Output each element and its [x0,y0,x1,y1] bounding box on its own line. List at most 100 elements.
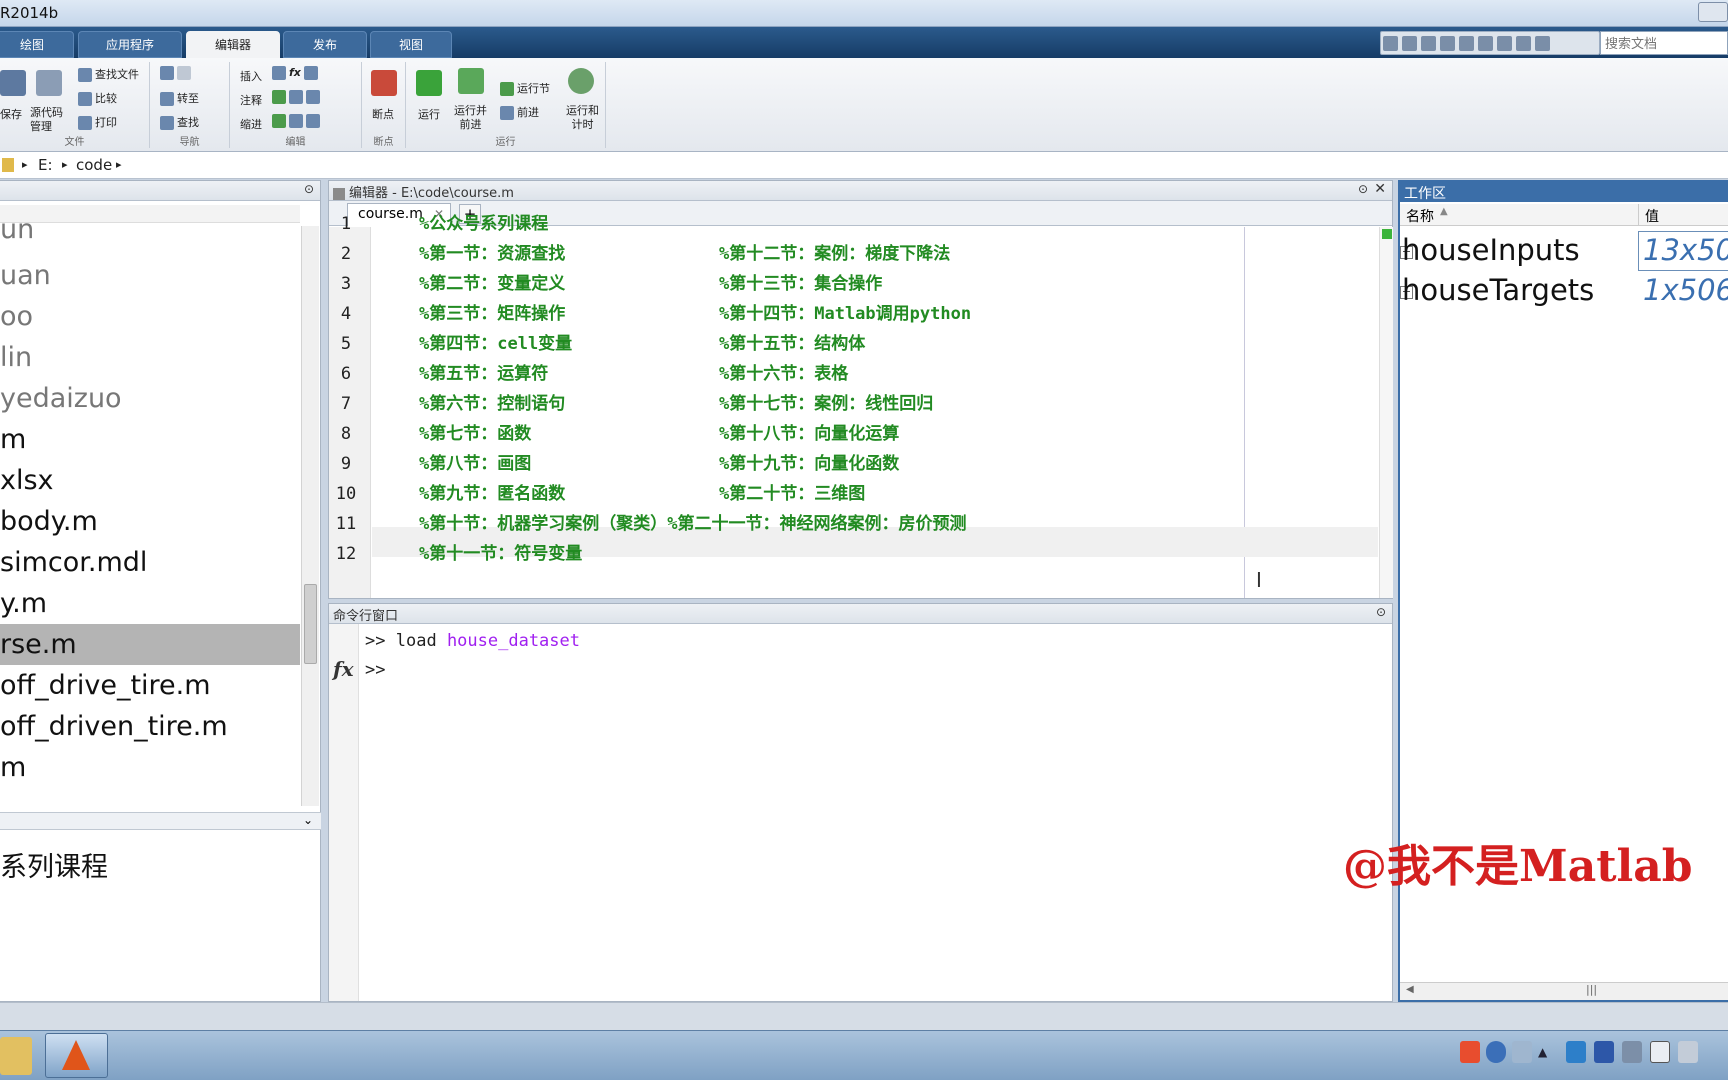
file-item[interactable]: un [0,209,300,250]
tab-view[interactable]: 视图 [370,31,452,58]
bluetooth-icon[interactable] [1594,1041,1614,1063]
current-folder-header: ⊙ [0,181,320,201]
cut-icon[interactable] [1421,36,1436,51]
insert-button[interactable]: 插入 [240,68,262,84]
workspace-var-value[interactable]: 1x506 [1643,273,1728,307]
save-icon[interactable] [1402,36,1417,51]
paste-icon[interactable] [1459,36,1474,51]
tab-editor[interactable]: 编辑器 [186,31,280,58]
current-folder-breadcrumb[interactable]: ▸ E: ▸ code ▸ [0,152,1728,179]
print-button[interactable]: 打印 [78,114,117,130]
indent-button[interactable]: 缩进 [240,116,262,132]
file-item[interactable]: y.m [0,583,300,624]
panel-menu-icon[interactable]: ⊙ [1376,605,1386,619]
minimize-button[interactable] [1698,2,1728,22]
help-icon[interactable] [1535,36,1550,51]
tab-plots[interactable]: 绘图 [0,31,74,58]
breadcrumb-folder[interactable]: code [76,156,112,174]
run-advance-button[interactable]: 运行并 前进 [454,104,487,132]
goto-button[interactable]: 转至 [160,90,199,106]
scroll-left-icon[interactable]: ◀ [1406,984,1414,995]
breakpoints-button[interactable]: 断点 [372,106,394,122]
line-number: 3 [340,274,352,294]
details-header[interactable]: ⌄ [0,812,321,830]
command-input-line[interactable]: >> [365,660,385,680]
code-comment: %第十一节：符号变量 [419,544,583,564]
find-button[interactable]: 查找 [160,114,199,130]
undo-icon[interactable] [1478,36,1493,51]
battery-icon[interactable] [1650,1041,1670,1063]
network-icon[interactable] [1622,1041,1642,1063]
shield-icon[interactable] [1566,1041,1586,1063]
folder-icon[interactable] [1383,36,1398,51]
copy-icon[interactable] [1440,36,1455,51]
close-icon[interactable]: ✕ [1374,181,1386,197]
file-item[interactable]: simcor.mdl [0,542,300,583]
scrollbar-thumb[interactable] [304,584,317,664]
windows-taskbar: ▲ [0,1030,1728,1080]
run-section-button[interactable]: 运行节 [500,80,550,96]
magnifier-icon [160,116,174,130]
code-comment: %第七节：函数 [419,424,532,444]
edit-indent-icons[interactable] [272,114,323,128]
panel-menu-icon[interactable]: ⊙ [304,182,314,196]
find-files-button[interactable]: 查找文件 [78,66,139,82]
source-control-button[interactable]: 源代码 管理 [30,106,63,134]
file-item-selected[interactable]: rse.m [0,624,300,665]
column-name[interactable]: 名称 [1406,206,1434,226]
explorer-taskbar-icon[interactable] [0,1037,32,1075]
help-tray-icon[interactable] [1486,1041,1506,1063]
show-hidden-icons-arrow[interactable]: ▲ [1538,1045,1547,1059]
workspace-hscrollbar[interactable]: ◀ ||| [1400,982,1728,1000]
matlab-taskbar-button[interactable] [45,1033,108,1078]
breadcrumb-drive[interactable]: E: [38,156,53,174]
file-item[interactable]: m [0,747,300,788]
line-number: 5 [340,334,352,354]
chevron-down-icon[interactable]: ⌄ [303,813,313,827]
file-item[interactable]: lin [0,337,300,378]
switch-windows-icon[interactable] [1516,36,1531,51]
redo-icon[interactable] [1497,36,1512,51]
file-item[interactable]: oo [0,296,300,337]
file-item[interactable]: m [0,419,300,460]
run-and-time-icon [568,68,594,94]
tab-publish[interactable]: 发布 [283,31,367,58]
line-number: 11 [335,514,357,534]
file-list-scrollbar[interactable] [301,226,319,806]
comment-button[interactable]: 注释 [240,92,262,108]
run-button[interactable]: 运行 [418,106,440,122]
panel-menu-icon[interactable]: ⊙ [1358,182,1368,196]
search-documentation-input[interactable] [1600,31,1728,55]
workspace-var-value[interactable]: 13x50 [1643,233,1728,267]
code-line: 2 %第一节：资源查找 %第十二节：案例：梯度下降法 [330,239,1377,269]
file-item[interactable]: off_drive_tire.m [0,665,300,706]
edit-insert-icons[interactable]: fx [272,66,321,80]
file-item[interactable]: uan [0,255,300,296]
edit-comment-icons[interactable] [272,90,323,104]
notification-icon[interactable] [1512,1041,1532,1063]
advance-button[interactable]: 前进 [500,104,539,120]
file-item[interactable]: body.m [0,501,300,542]
sogou-input-icon[interactable] [1460,1041,1480,1063]
file-item[interactable]: xlsx [0,460,300,501]
workspace-var-name[interactable]: houseInputs [1402,233,1580,273]
code-comment: %第十七节：案例：线性回归 [719,394,934,414]
code-comment: %第二节：变量定义 [419,274,566,294]
workspace-var-name[interactable]: houseTargets [1402,273,1594,313]
editor-header: 编辑器 - E:\code\course.m ⊙ ✕ [329,181,1392,201]
tab-apps[interactable]: 应用程序 [78,31,182,58]
run-and-time-button[interactable]: 运行和 计时 [566,104,599,132]
volume-icon[interactable] [1678,1041,1698,1063]
file-item[interactable]: off_driven_tire.m [0,706,300,747]
compare-button[interactable]: 比较 [78,90,117,106]
scrollbar-grip-icon[interactable]: ||| [1586,983,1597,996]
function-browser-icon[interactable]: fx [333,657,354,681]
file-item[interactable]: yedaizuo [0,378,300,419]
editor-title: 编辑器 - E:\code\course.m [349,186,514,201]
back-forward-buttons[interactable] [160,66,194,80]
code-line: 6 %第五节：运算符 %第十六节：表格 [330,359,1377,389]
advance-label: 前进 [517,106,539,119]
save-button[interactable]: 保存 [0,106,22,122]
code-comment: %第一节：资源查找 [419,244,566,264]
column-value[interactable]: 值 [1645,206,1659,226]
